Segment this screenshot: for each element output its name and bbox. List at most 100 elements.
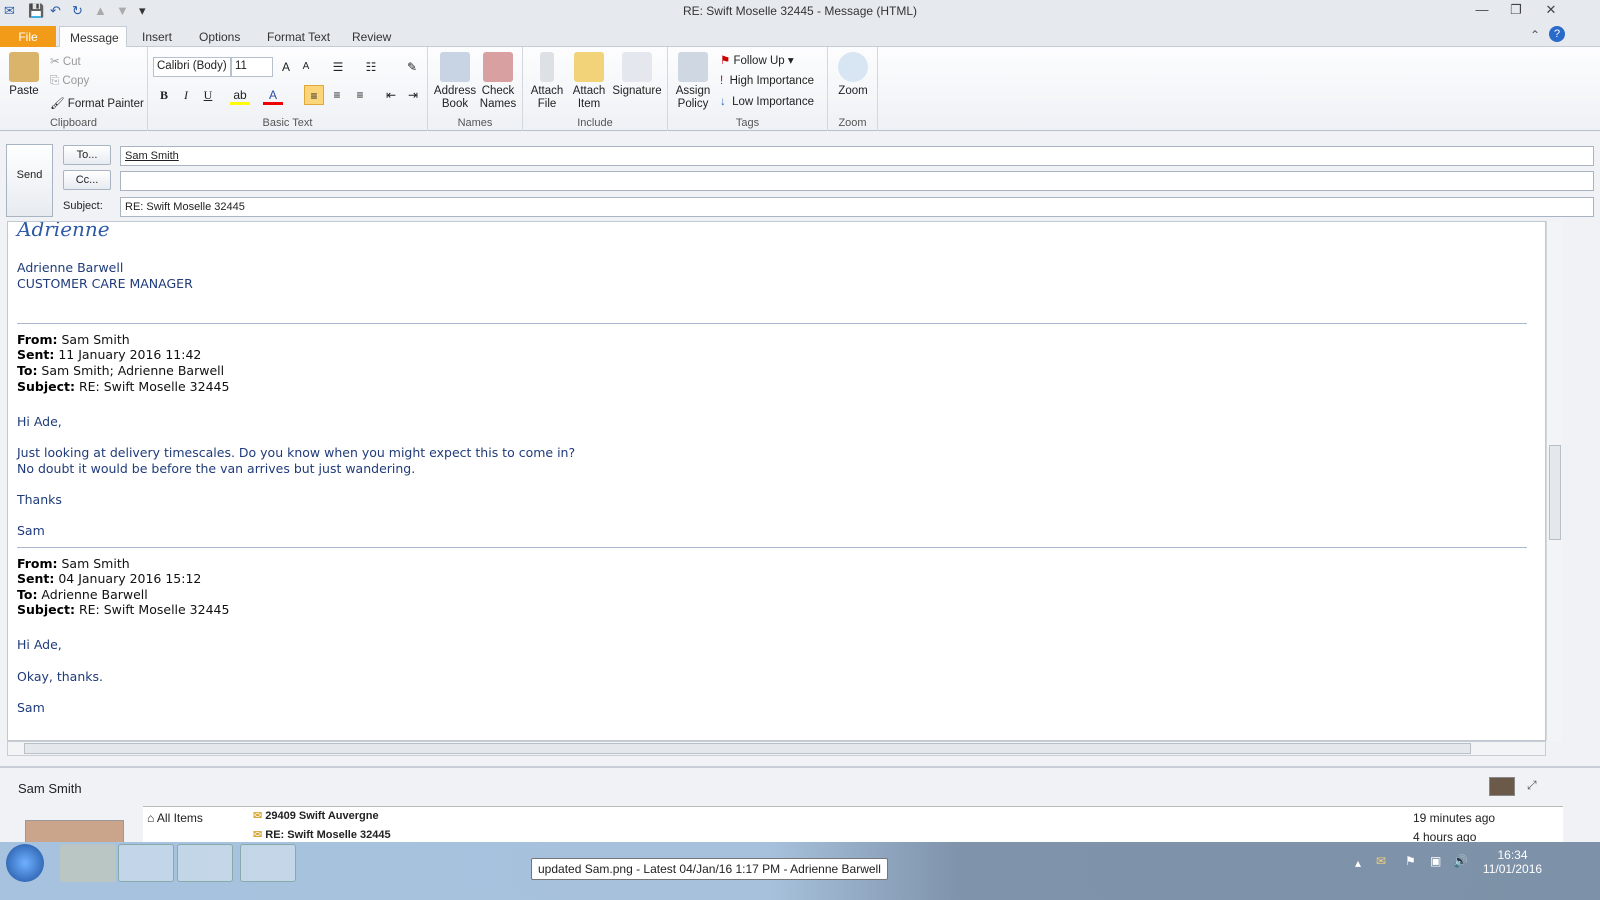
underline-button[interactable]: U [198, 85, 218, 105]
tray-mail-icon[interactable]: ✉ [1376, 854, 1386, 868]
format-painter-button[interactable]: 🖌 Format Painter [50, 96, 144, 110]
activity-item[interactable]: ✉ 29409 Swift Auvergne [253, 809, 379, 822]
clipboard-group: Paste ✂ Cut ⎘ Copy 🖌 Format Painter Clip… [0, 47, 148, 131]
assign-policy-button[interactable]: Assign Policy [672, 52, 714, 111]
clipboard-label: Clipboard [49, 117, 98, 129]
tab-message[interactable]: Message [59, 26, 127, 47]
check-names-button[interactable]: Check Names [477, 52, 519, 111]
cut-label: Cut [62, 56, 81, 68]
decrease-indent-icon[interactable]: ⇤ [381, 85, 401, 105]
zoom-button[interactable]: Zoom [832, 52, 874, 98]
help-icon[interactable]: ? [1549, 26, 1565, 42]
activity-item[interactable]: ✉ RE: Swift Moselle 32445 [253, 828, 391, 841]
names-label: Names [457, 117, 493, 129]
font-size-select[interactable]: 11 [231, 57, 273, 77]
horizontal-scrollbar[interactable] [7, 741, 1546, 756]
tray-clock[interactable]: 16:34 11/01/2016 [1480, 848, 1545, 876]
address-book-button[interactable]: Address Book [433, 52, 477, 111]
attach-file-button[interactable]: Attach File [527, 52, 567, 111]
styles-icon[interactable]: ✎ [402, 57, 422, 77]
cc-field[interactable] [120, 171, 1594, 191]
increase-indent-icon[interactable]: ⇥ [403, 85, 423, 105]
body-line: No doubt it would be before the van arri… [17, 460, 416, 476]
window-title: RE: Swift Moselle 32445 - Message (HTML) [682, 4, 918, 18]
shrink-font-icon[interactable]: A [296, 57, 316, 77]
copy-label: Copy [62, 75, 90, 87]
low-importance-button[interactable]: ↓ Low Importance [720, 96, 814, 108]
address-book-label: Address Book [433, 85, 477, 110]
app-taskbar-icon[interactable] [240, 844, 296, 882]
subject-field[interactable]: RE: Swift Moselle 32445 [120, 197, 1594, 217]
signature-label: Signature [612, 85, 662, 97]
check-names-icon [483, 52, 513, 82]
outlook-taskbar-icon[interactable] [177, 844, 233, 882]
tray-volume-icon[interactable]: 🔊 [1453, 854, 1468, 868]
numbering-icon[interactable]: ☷ [361, 57, 381, 77]
follow-up-button[interactable]: ⚑ Follow Up ▾ [720, 53, 794, 67]
align-center-icon[interactable]: ≡ [327, 85, 347, 105]
tray-expand-icon[interactable]: ▴ [1355, 856, 1361, 870]
magnifier-icon [838, 52, 868, 82]
restore-button[interactable]: ❐ [1502, 2, 1530, 18]
taskbar-tooltip: updated Sam.png - Latest 04/Jan/16 1:17 … [531, 858, 888, 880]
people-pane: Sam Smith ⤢ ⌂ All Items ✉ 29409 Swift Au… [0, 766, 1600, 844]
hscroll-thumb[interactable] [24, 743, 1471, 754]
envelope-icon: ✉ [253, 810, 263, 822]
flag-icon: ⚑ [720, 55, 731, 67]
attach-item-button[interactable]: Attach Item [567, 52, 611, 111]
all-items-tab[interactable]: ⌂ All Items [147, 811, 203, 825]
send-button[interactable]: Send [6, 144, 53, 217]
close-button[interactable]: ✕ [1537, 2, 1565, 18]
vertical-scrollbar[interactable] [1546, 221, 1562, 741]
minimize-ribbon-icon[interactable]: ⌃ [1530, 28, 1540, 42]
contact-thumbnail[interactable] [1489, 777, 1515, 796]
high-importance-button[interactable]: ! High Importance [720, 75, 814, 87]
start-button[interactable] [6, 844, 44, 882]
signature-title: CUSTOMER CARE MANAGER [17, 275, 193, 291]
exclamation-icon: ! [720, 75, 724, 87]
explorer-taskbar-icon[interactable] [60, 844, 116, 882]
firefox-taskbar-icon[interactable] [118, 844, 174, 882]
to-field[interactable]: Sam Smith [120, 146, 1594, 166]
highlight-icon[interactable]: ab [230, 85, 250, 105]
basic-text-label: Basic Text [262, 117, 313, 129]
signature-button[interactable]: Signature [611, 52, 663, 98]
basic-text-group: Calibri (Body) 11 A A ☰ ☷ ✎ B I U ab A ≡… [148, 47, 428, 131]
bullets-icon[interactable]: ☰ [328, 57, 348, 77]
contact-name[interactable]: Sam Smith [18, 781, 82, 796]
scroll-thumb[interactable] [1549, 445, 1561, 540]
minimize-button[interactable]: — [1468, 2, 1496, 17]
envelope-icon [574, 52, 604, 82]
signature-name: Adrienne Barwell [17, 260, 124, 275]
body-line: Just looking at delivery timescales. Do … [17, 444, 576, 460]
align-left-icon[interactable]: ≡ [304, 85, 324, 105]
names-group: Address Book Check Names Names [428, 47, 523, 131]
body-line: Hi Ade, [17, 637, 62, 653]
tab-file[interactable]: File [0, 26, 56, 47]
font-name-select[interactable]: Calibri (Body) [153, 57, 231, 77]
italic-button[interactable]: I [176, 85, 196, 105]
font-color-icon[interactable]: A [263, 85, 283, 105]
tab-format-text[interactable]: Format Text [257, 26, 340, 47]
tab-insert[interactable]: Insert [132, 26, 182, 47]
cut-button[interactable]: ✂ Cut [50, 54, 81, 68]
paste-button[interactable]: Paste [6, 52, 42, 98]
tab-options[interactable]: Options [189, 26, 250, 47]
cc-button[interactable]: Cc... [63, 170, 111, 190]
grow-font-icon[interactable]: A [276, 57, 296, 77]
tray-network-icon[interactable]: ▣ [1430, 854, 1441, 868]
tray-flag-icon[interactable]: ⚑ [1405, 854, 1416, 868]
paperclip-icon [540, 52, 554, 82]
to-button[interactable]: To... [63, 145, 111, 165]
divider [17, 322, 1527, 324]
expand-icon[interactable]: ⤢ [1527, 778, 1537, 793]
body-line: Thanks [17, 491, 62, 507]
attach-item-label: Attach Item [572, 85, 606, 110]
bold-button[interactable]: B [154, 85, 174, 105]
tab-review[interactable]: Review [342, 26, 401, 47]
zoom-label: Zoom [838, 85, 868, 97]
copy-button[interactable]: ⎘ Copy [50, 75, 89, 88]
message-body[interactable]: Adrienne Adrienne Barwell CUSTOMER CARE … [7, 221, 1546, 741]
align-right-icon[interactable]: ≡ [350, 85, 370, 105]
body-line: Sam [17, 522, 45, 538]
